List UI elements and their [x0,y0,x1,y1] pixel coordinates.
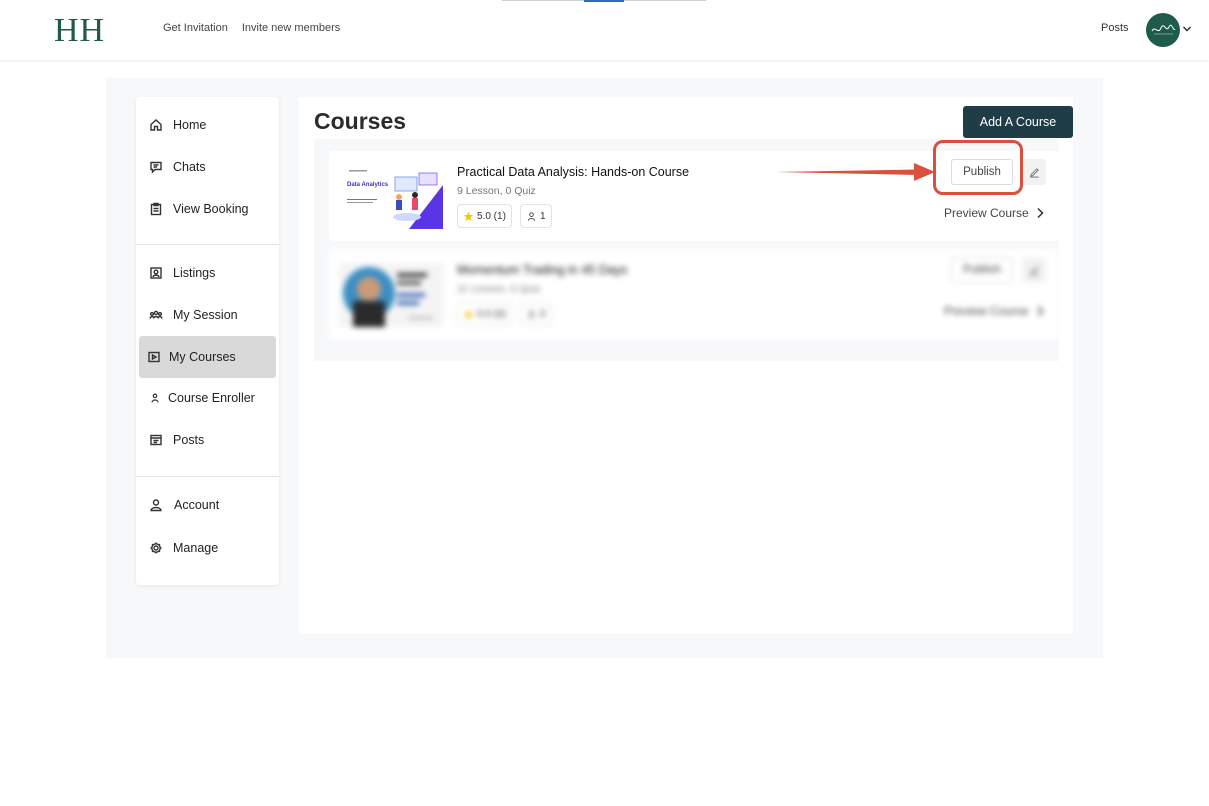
chevron-right-icon [1037,207,1044,219]
sidebar-item-my-session[interactable]: My Session [139,294,276,336]
window-icon [149,433,163,447]
top-nav: Get Invitation Invite new members [163,22,340,34]
sidebar-item-label: View Booking [173,202,249,216]
enrolled-count: 1 [540,210,546,222]
sidebar-item-course-enroller[interactable]: Course Enroller [139,377,276,419]
invite-members-link[interactable]: Invite new members [242,22,340,34]
preview-label: Preview Course [944,206,1029,220]
pencil-icon [1029,265,1039,275]
course-meta: 9 Lesson, 0 Quiz [457,185,536,197]
sidebar-item-listings[interactable]: Listings [139,252,276,294]
edit-button[interactable] [1022,159,1046,185]
sidebar-item-label: Chats [173,160,206,174]
signature-logo-icon [1151,24,1176,35]
momentum-trading-illustration [339,263,443,327]
play-square-icon [147,350,161,364]
loading-bar [502,0,706,2]
sidebar-item-label: Home [173,118,207,132]
top-bar: HH Get Invitation Invite new members Pos… [0,0,1209,60]
course-thumbnail[interactable] [339,263,443,327]
chat-icon [149,160,163,174]
posts-link[interactable]: Posts [1101,22,1129,34]
sidebar-item-home[interactable]: Home [139,104,276,146]
sidebar-item-label: My Courses [169,350,236,364]
add-course-button[interactable]: Add A Course [963,106,1073,138]
chevron-right-icon [1037,305,1044,317]
sidebar-item-label: Account [174,498,220,512]
sidebar-item-my-courses[interactable]: My Courses [139,336,276,378]
sidebar: Home Chats View Booking Listings My Sess… [136,97,279,585]
annotation-arrow-icon [775,163,935,181]
rating-value: 5.0 (1) [477,210,506,222]
star-icon [463,211,474,221]
avatar[interactable] [1146,13,1180,47]
course-thumbnail[interactable]: Data Analytics [339,165,443,229]
rating-badge: 0.0 (0) [457,302,512,326]
sidebar-item-view-booking[interactable]: View Booking [139,188,276,230]
preview-label: Preview Course [944,304,1029,318]
publish-button[interactable]: Publish [951,257,1013,283]
enrolled-count: 0 [540,308,546,320]
listing-icon [149,266,163,280]
sidebar-item-posts[interactable]: Posts [139,419,276,461]
thumbnail-heading: Data Analytics [347,182,389,188]
sidebar-item-account[interactable]: Account [139,484,276,526]
sidebar-item-label: My Session [173,308,238,322]
course-title[interactable]: Practical Data Analysis: Hands-on Course [457,165,689,179]
enrolled-badge: 1 [520,204,552,228]
rating-value: 0.0 (0) [477,308,506,320]
star-icon [463,309,474,319]
sidebar-item-manage[interactable]: Manage [139,527,276,569]
course-card[interactable]: Momentum Trading in 45 Days 11 Lesson, 0… [329,249,1059,339]
user-icon [527,309,536,319]
sidebar-divider [136,476,279,477]
clipboard-icon [149,202,163,216]
annotation-highlight [933,140,1023,195]
user-icon [149,391,161,405]
preview-course-link[interactable]: Preview Course [944,206,1045,220]
sidebar-item-label: Course Enroller [168,391,255,405]
chevron-down-icon[interactable] [1182,24,1192,34]
pencil-icon [1029,167,1039,177]
sidebar-item-label: Manage [173,541,219,555]
gear-icon [149,541,163,555]
sidebar-divider [136,244,279,245]
get-invitation-link[interactable]: Get Invitation [163,22,228,34]
preview-course-link[interactable]: Preview Course [944,304,1045,318]
rating-badge: 5.0 (1) [457,204,512,228]
user-icon [527,211,536,221]
home-icon [149,118,163,132]
sidebar-item-label: Listings [173,266,216,280]
page-title: Courses [314,108,407,134]
course-title[interactable]: Momentum Trading in 45 Days [457,263,627,277]
group-icon [149,308,163,322]
data-analytics-illustration: Data Analytics [339,165,443,229]
course-meta: 11 Lesson, 0 Quiz [457,283,541,295]
edit-button[interactable] [1022,257,1046,283]
enrolled-badge: 0 [520,302,552,326]
sidebar-item-chats[interactable]: Chats [139,146,276,188]
account-icon [149,498,163,512]
sidebar-item-label: Posts [173,433,205,447]
logo[interactable]: HH [54,12,105,50]
